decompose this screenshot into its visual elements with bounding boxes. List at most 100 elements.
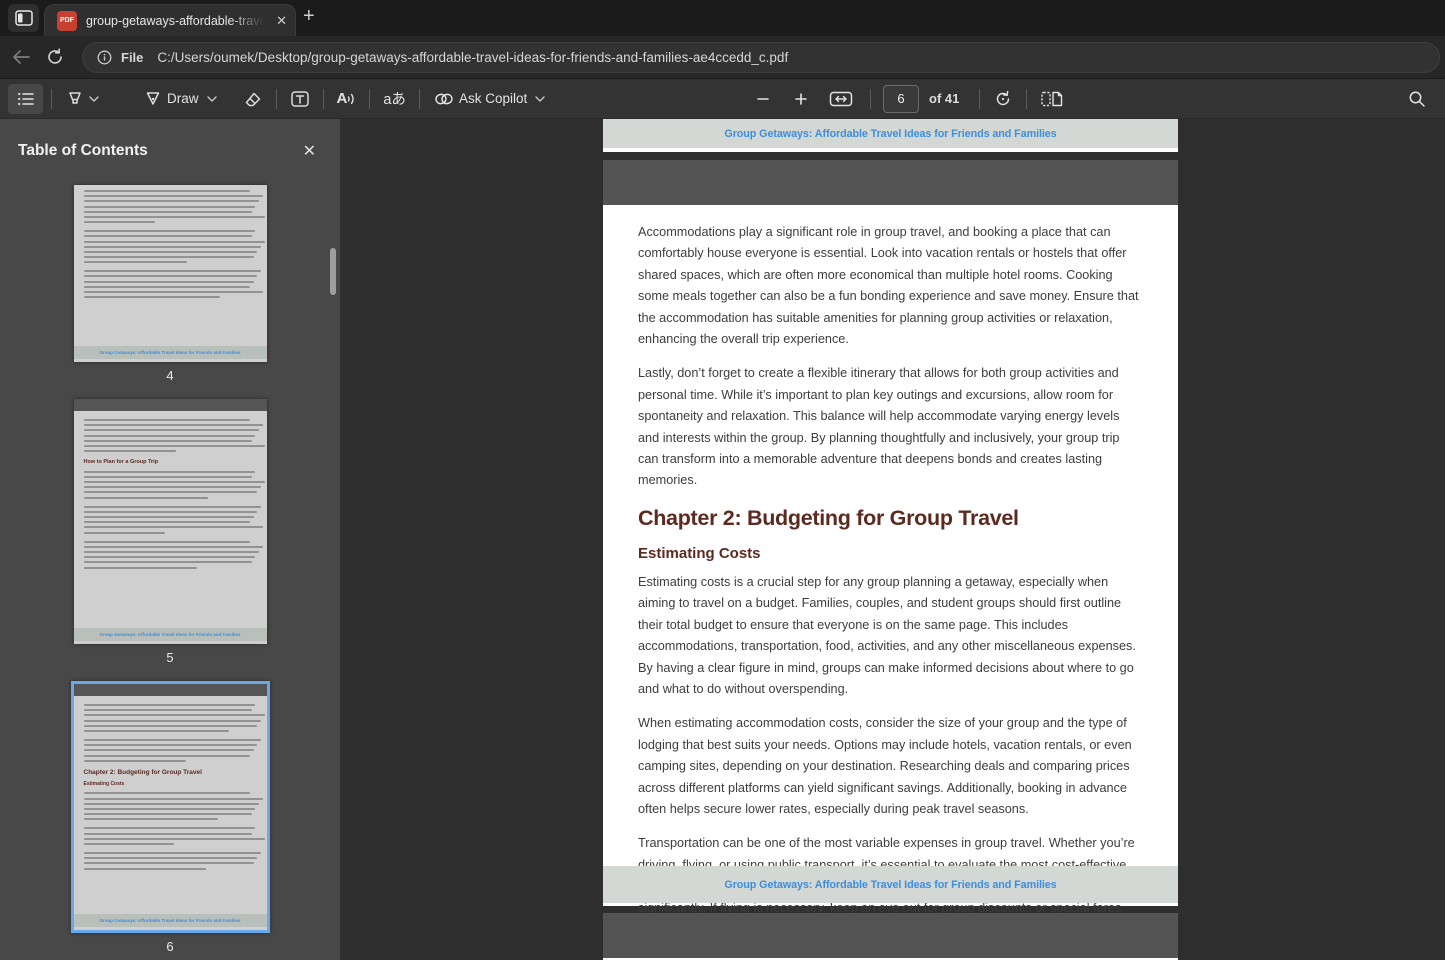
chevron-down-icon	[535, 96, 545, 102]
browser-tab[interactable]: PDF group-getaways-affordable-trave ✕	[44, 4, 296, 36]
page-header-band	[603, 913, 1178, 958]
thumbnail-page-number: 4	[166, 368, 173, 383]
pdf-viewer[interactable]: Group Getaways: Affordable Travel Ideas …	[340, 119, 1445, 960]
thumbnail-text-line	[84, 561, 252, 563]
rotate-button[interactable]	[988, 84, 1018, 114]
table-of-contents-button[interactable]	[8, 84, 43, 114]
thumbnail-text-line	[84, 532, 165, 534]
page-number-input[interactable]: 6	[883, 85, 919, 113]
thumbnail-text-line	[84, 868, 207, 870]
erase-button[interactable]	[238, 84, 268, 114]
thumbnail-text-line	[84, 704, 256, 706]
toolbar-separator	[419, 89, 420, 109]
thumbnail-text-line	[84, 445, 265, 447]
url-text: C:/Users/oumek/Desktop/group-getaways-af…	[157, 50, 788, 65]
thumbnail-text-line	[84, 275, 258, 277]
thumbnail-text-line	[84, 211, 252, 213]
page-count-label: of 41	[929, 91, 959, 106]
rotate-icon	[993, 89, 1013, 109]
thumbnail-text-line	[84, 546, 264, 548]
thumbnail-text-line	[84, 435, 256, 437]
page-thumbnail-6-selected[interactable]: Chapter 2: Budgeting for Group Travel Es…	[71, 681, 270, 933]
read-aloud-icon: A	[337, 90, 348, 107]
read-aloud-button[interactable]: A	[332, 84, 362, 114]
thumbnail-text-line	[84, 230, 256, 232]
thumbnail-footer: Group Getaways: Affordable Travel Ideas …	[74, 346, 267, 359]
new-tab-button[interactable]: +	[303, 5, 315, 28]
page-6: Accommodations play a significant role i…	[603, 160, 1178, 906]
address-bar: File C:/Users/oumek/Desktop/group-getawa…	[0, 36, 1445, 79]
page-view-button[interactable]	[1035, 84, 1069, 114]
ask-copilot-button[interactable]: Ask Copilot	[428, 84, 550, 114]
zoom-in-button[interactable]	[786, 84, 816, 114]
thumbnail-text-line	[84, 827, 256, 829]
url-input[interactable]: File C:/Users/oumek/Desktop/group-getawa…	[82, 42, 1440, 73]
thumbnail-text-line	[84, 216, 265, 218]
tab-close-icon[interactable]: ✕	[276, 13, 287, 29]
page-info-icon[interactable]	[97, 50, 112, 65]
page-footer-band: Group Getaways: Affordable Travel Ideas …	[603, 119, 1178, 148]
add-text-button[interactable]	[285, 84, 315, 114]
thumbnail-text-line	[84, 709, 252, 711]
thumbnail-text-line	[84, 256, 254, 258]
thumbnail-text-line	[84, 516, 254, 518]
thumbnail-text-line	[84, 486, 262, 488]
translate-button[interactable]: aあ	[378, 84, 411, 114]
thumbnail-text-line	[84, 755, 250, 757]
thumbnail-text-line	[84, 429, 260, 431]
panel-title: Table of Contents	[18, 142, 148, 160]
thumbnail-text-line	[84, 246, 262, 248]
thumbnail-text-line	[84, 720, 262, 722]
thumbnail-page-number: 6	[166, 939, 173, 954]
tab-strip: PDF group-getaways-affordable-trave ✕ +	[0, 0, 1445, 36]
paragraph: Accommodations play a significant role i…	[638, 222, 1143, 350]
back-button[interactable]	[4, 49, 38, 65]
thumbnail-text-line	[84, 818, 218, 820]
sidebar-scrollbar-thumb[interactable]	[330, 248, 336, 295]
thumbnail-text-line	[84, 739, 262, 741]
chevron-down-icon	[207, 96, 217, 102]
file-scheme-label: File	[121, 50, 143, 65]
tab-title: group-getaways-affordable-trave	[86, 14, 270, 28]
thumbnail-text-line	[84, 852, 262, 854]
thumbnail-text-line	[84, 792, 250, 794]
copilot-icon	[433, 90, 455, 108]
fit-to-width-button[interactable]	[824, 84, 858, 114]
thumbnail-text-line	[84, 813, 252, 815]
toolbar-separator	[979, 89, 980, 109]
thumbnail-text-line	[84, 481, 265, 483]
page-header-band	[603, 160, 1178, 205]
search-button[interactable]	[1403, 84, 1431, 114]
thumbnail-footer: Group Getaways: Affordable Travel Ideas …	[74, 628, 267, 641]
thumbnail-text-line	[84, 556, 256, 558]
page-7-fragment	[603, 913, 1178, 960]
thumbnail-text-line	[84, 506, 262, 508]
table-of-contents-icon	[17, 91, 35, 107]
page-5-fragment: Group Getaways: Affordable Travel Ideas …	[603, 119, 1178, 152]
page-thumbnail-5[interactable]: How to Plan for a Group Trip Group Getaw…	[74, 399, 267, 644]
refresh-button[interactable]	[38, 48, 72, 66]
thumbnail-text-line	[84, 714, 265, 716]
tab-actions-button[interactable]	[8, 4, 39, 32]
thumbnail-text-line	[84, 833, 252, 835]
thumbnail-text-line	[84, 424, 264, 426]
ask-copilot-label: Ask Copilot	[459, 91, 527, 106]
draw-button[interactable]: Draw	[138, 84, 222, 114]
page-thumbnail-4[interactable]: Group Getaways: Affordable Travel Ideas …	[74, 185, 267, 362]
thumbnail-text-line	[84, 296, 220, 298]
thumbnail-text-line	[84, 251, 258, 253]
draw-label: Draw	[167, 91, 199, 106]
toolbar-separator	[369, 89, 370, 109]
thumbnail-text-line	[84, 221, 156, 223]
zoom-out-button[interactable]	[748, 84, 778, 114]
thumbnail-page-number: 5	[166, 650, 173, 665]
thumbnail-text-line	[84, 744, 258, 746]
chapter-heading: Chapter 2: Budgeting for Group Travel	[638, 506, 1143, 531]
thumbnail-text-line	[84, 803, 260, 805]
thumbnail-text-line	[84, 200, 260, 202]
eraser-icon	[243, 90, 263, 108]
panel-close-icon[interactable]: ✕	[303, 141, 316, 161]
highlight-button[interactable]	[60, 84, 104, 114]
thumbnail-text-line	[84, 541, 250, 543]
page-footer-band: Group Getaways: Affordable Travel Ideas …	[603, 866, 1178, 903]
